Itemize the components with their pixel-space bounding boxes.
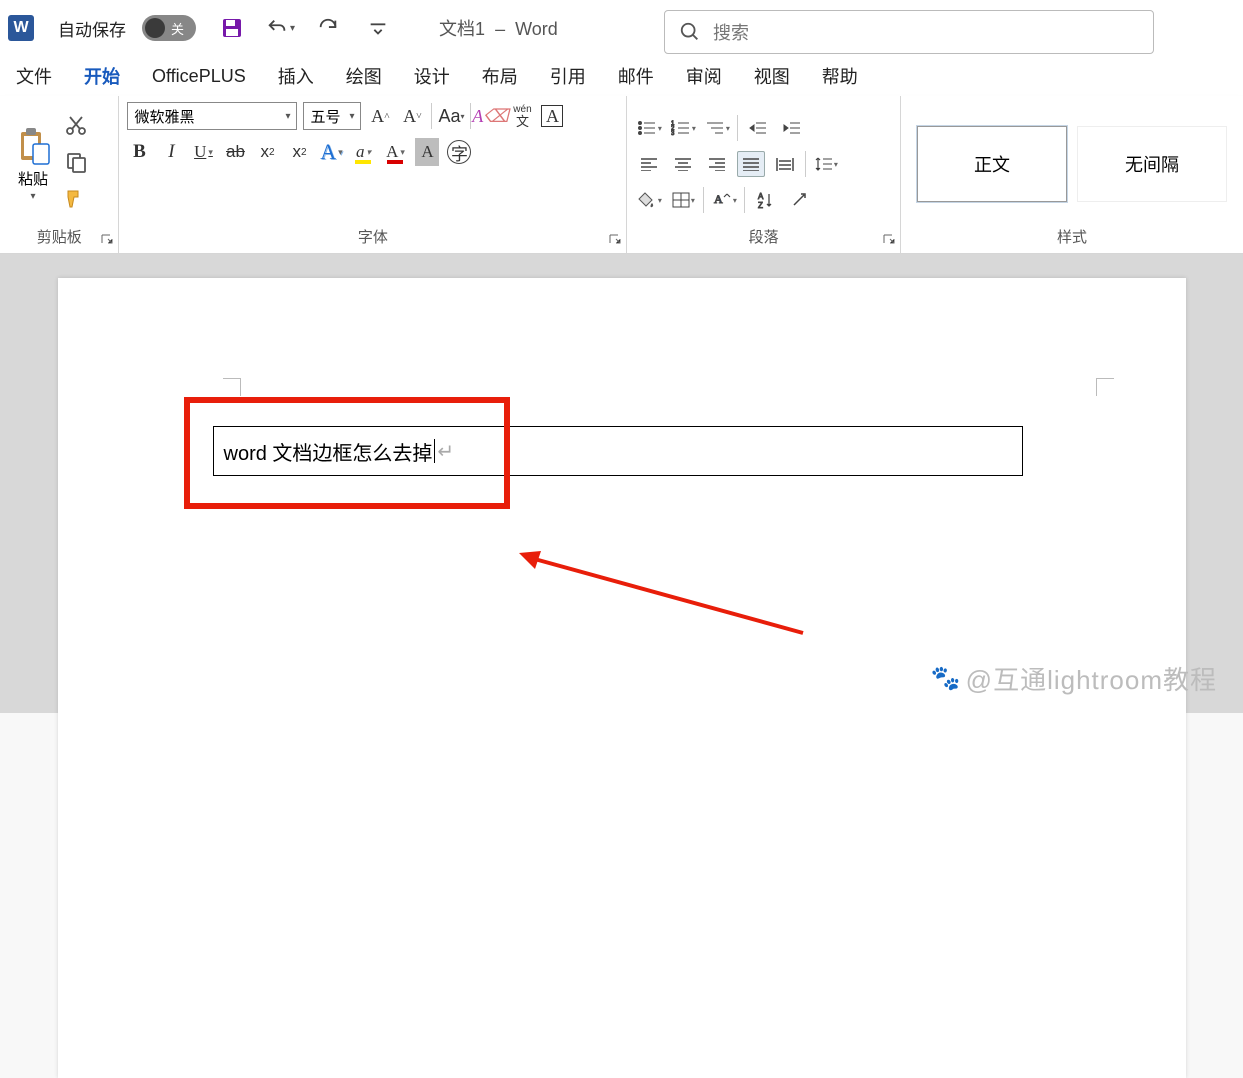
style-no-spacing[interactable]: 无间隔: [1077, 126, 1227, 202]
annotation-arrow-icon: [513, 543, 813, 643]
tab-review[interactable]: 审阅: [676, 57, 732, 95]
font-size-combo[interactable]: 五号▾: [303, 102, 361, 130]
redo-button[interactable]: [317, 17, 339, 39]
line-spacing-button[interactable]: ▾: [812, 151, 840, 177]
char-shading-button[interactable]: A: [415, 138, 439, 166]
group-styles: 正文 无间隔 样式: [901, 96, 1243, 253]
document-title: 文档1 – Word: [439, 15, 558, 41]
group-clipboard: 粘贴 ▾ 剪贴板: [0, 96, 119, 253]
tab-view[interactable]: 视图: [744, 57, 800, 95]
clear-format-button[interactable]: A⌫: [477, 103, 503, 129]
sort-button[interactable]: AZ: [751, 187, 779, 213]
format-painter-icon[interactable]: [64, 187, 88, 216]
toggle-state: 关: [171, 19, 184, 38]
align-right-button[interactable]: [703, 151, 731, 177]
save-icon[interactable]: [220, 16, 244, 40]
annotation-highlight-box: [184, 397, 510, 509]
style-normal[interactable]: 正文: [917, 126, 1067, 202]
borders-button[interactable]: ▾: [669, 187, 697, 213]
tab-references[interactable]: 引用: [540, 57, 596, 95]
phonetic-guide-button[interactable]: wén文: [509, 103, 535, 129]
highlight-button[interactable]: a▾: [351, 138, 375, 166]
font-color-button[interactable]: A▾: [383, 138, 407, 166]
watermark: 🐾@互通lightroom教程: [931, 660, 1217, 697]
svg-text:A: A: [758, 192, 764, 201]
show-marks-button[interactable]: [785, 187, 813, 213]
chevron-down-icon[interactable]: ▾: [8, 191, 58, 202]
align-center-button[interactable]: [669, 151, 697, 177]
cut-icon[interactable]: [64, 113, 88, 142]
search-box[interactable]: 搜索: [664, 10, 1154, 54]
qat-customize[interactable]: [367, 17, 389, 39]
enclose-char-button[interactable]: 字: [447, 140, 471, 164]
ribbon-tabs: 文件 开始 OfficePLUS 插入 绘图 设计 布局 引用 邮件 审阅 视图…: [0, 56, 1243, 96]
font-name-combo[interactable]: 微软雅黑▾: [127, 102, 297, 130]
tab-insert[interactable]: 插入: [268, 57, 324, 95]
tab-draw[interactable]: 绘图: [336, 57, 392, 95]
tab-help[interactable]: 帮助: [812, 57, 868, 95]
italic-button[interactable]: I: [159, 138, 183, 166]
align-justify-button[interactable]: [737, 151, 765, 177]
tab-layout[interactable]: 布局: [472, 57, 528, 95]
autosave-toggle[interactable]: 关: [142, 15, 196, 41]
paw-icon: 🐾: [931, 664, 962, 693]
shading-button[interactable]: ▾: [635, 187, 663, 213]
margin-corner-icon: [223, 378, 241, 396]
copy-icon[interactable]: [64, 150, 88, 179]
undo-button[interactable]: ▾: [266, 17, 295, 39]
autosave-label: 自动保存: [58, 16, 126, 41]
dialog-launcher-icon[interactable]: [100, 233, 114, 247]
group-font: 微软雅黑▾ 五号▾ A˄ A˅ Aa▾ A⌫ wén文 A B I U▾ ab …: [119, 96, 627, 253]
align-left-button[interactable]: [635, 151, 663, 177]
title-bar: W 自动保存 关 ▾ 文档1 – Word 搜索: [0, 0, 1243, 56]
paste-button[interactable]: 粘贴 ▾: [8, 126, 58, 202]
decrease-indent-button[interactable]: [744, 115, 772, 141]
group-paragraph: ▾ 123▾ ▾ ▾ ▾ ▾ A▾: [627, 96, 901, 253]
ribbon: 粘贴 ▾ 剪贴板 微软雅黑▾ 五号▾ A˄ A˅ Aa▾ A⌫ wé: [0, 96, 1243, 254]
asian-layout-button[interactable]: A▾: [710, 187, 738, 213]
tab-officeplus[interactable]: OfficePLUS: [142, 60, 256, 93]
svg-text:Z: Z: [758, 201, 763, 209]
align-distributed-button[interactable]: [771, 151, 799, 177]
underline-button[interactable]: U▾: [191, 138, 215, 166]
search-placeholder: 搜索: [713, 19, 749, 45]
dialog-launcher-icon[interactable]: [608, 233, 622, 247]
strikethrough-button[interactable]: ab: [223, 138, 247, 166]
char-border-button[interactable]: A: [541, 105, 563, 127]
grow-font-button[interactable]: A˄: [367, 103, 393, 129]
text-effects-button[interactable]: A▾: [319, 138, 343, 166]
multilevel-button[interactable]: ▾: [703, 115, 731, 141]
bold-button[interactable]: B: [127, 138, 151, 166]
tab-design[interactable]: 设计: [404, 57, 460, 95]
chevron-down-icon[interactable]: ▾: [290, 23, 295, 34]
margin-corner-icon: [1096, 378, 1114, 396]
subscript-button[interactable]: x2: [255, 138, 279, 166]
search-icon: [679, 21, 701, 43]
clipboard-icon: [13, 126, 53, 166]
change-case-button[interactable]: Aa▾: [438, 103, 464, 129]
svg-text:3: 3: [671, 131, 675, 136]
numbering-button[interactable]: 123▾: [669, 115, 697, 141]
svg-text:A: A: [714, 192, 723, 206]
shrink-font-button[interactable]: A˅: [399, 103, 425, 129]
tab-home[interactable]: 开始: [74, 57, 130, 95]
increase-indent-button[interactable]: [778, 115, 806, 141]
toggle-knob-icon: [145, 18, 165, 38]
tab-file[interactable]: 文件: [6, 57, 62, 95]
document-area[interactable]: word 文档边框怎么去掉↵: [0, 254, 1243, 713]
superscript-button[interactable]: x2: [287, 138, 311, 166]
word-logo-icon: W: [8, 15, 34, 41]
tab-mailings[interactable]: 邮件: [608, 57, 664, 95]
bullets-button[interactable]: ▾: [635, 115, 663, 141]
dialog-launcher-icon[interactable]: [882, 233, 896, 247]
